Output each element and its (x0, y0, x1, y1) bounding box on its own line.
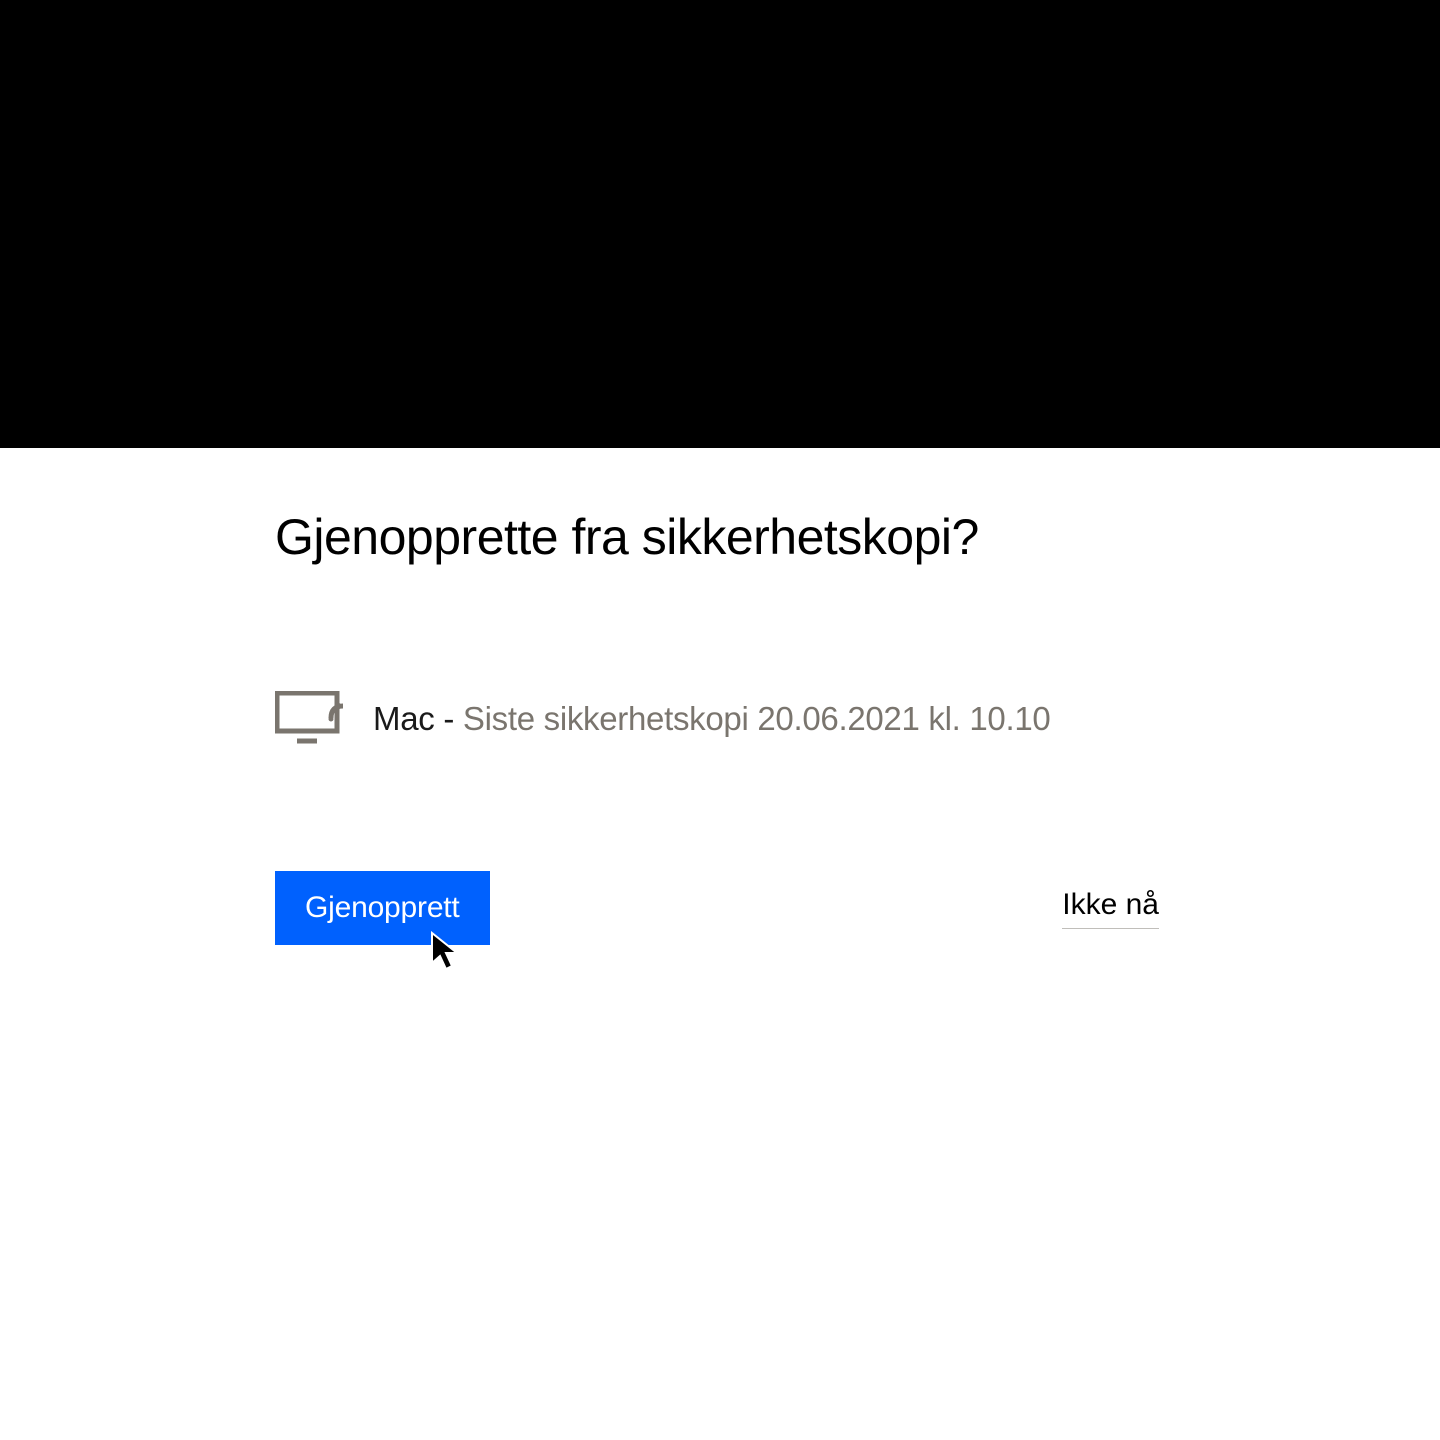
backup-info-text: Mac - Siste sikkerhetskopi 20.06.2021 kl… (373, 700, 1050, 738)
action-buttons-row: Gjenopprett Ikke nå (275, 871, 1159, 945)
restore-button[interactable]: Gjenopprett (275, 871, 490, 945)
backup-timestamp: Siste sikkerhetskopi 20.06.2021 kl. 10.1… (463, 700, 1051, 737)
monitor-restore-icon (275, 691, 343, 746)
not-now-link[interactable]: Ikke nå (1062, 888, 1159, 929)
dialog-title: Gjenopprette fra sikkerhetskopi? (275, 508, 1165, 566)
device-name: Mac (373, 700, 434, 737)
top-black-bar (0, 0, 1440, 448)
dialog-content: Gjenopprette fra sikkerhetskopi? Mac - S… (0, 448, 1440, 945)
separator: - (434, 700, 462, 737)
backup-info-row: Mac - Siste sikkerhetskopi 20.06.2021 kl… (275, 691, 1165, 746)
